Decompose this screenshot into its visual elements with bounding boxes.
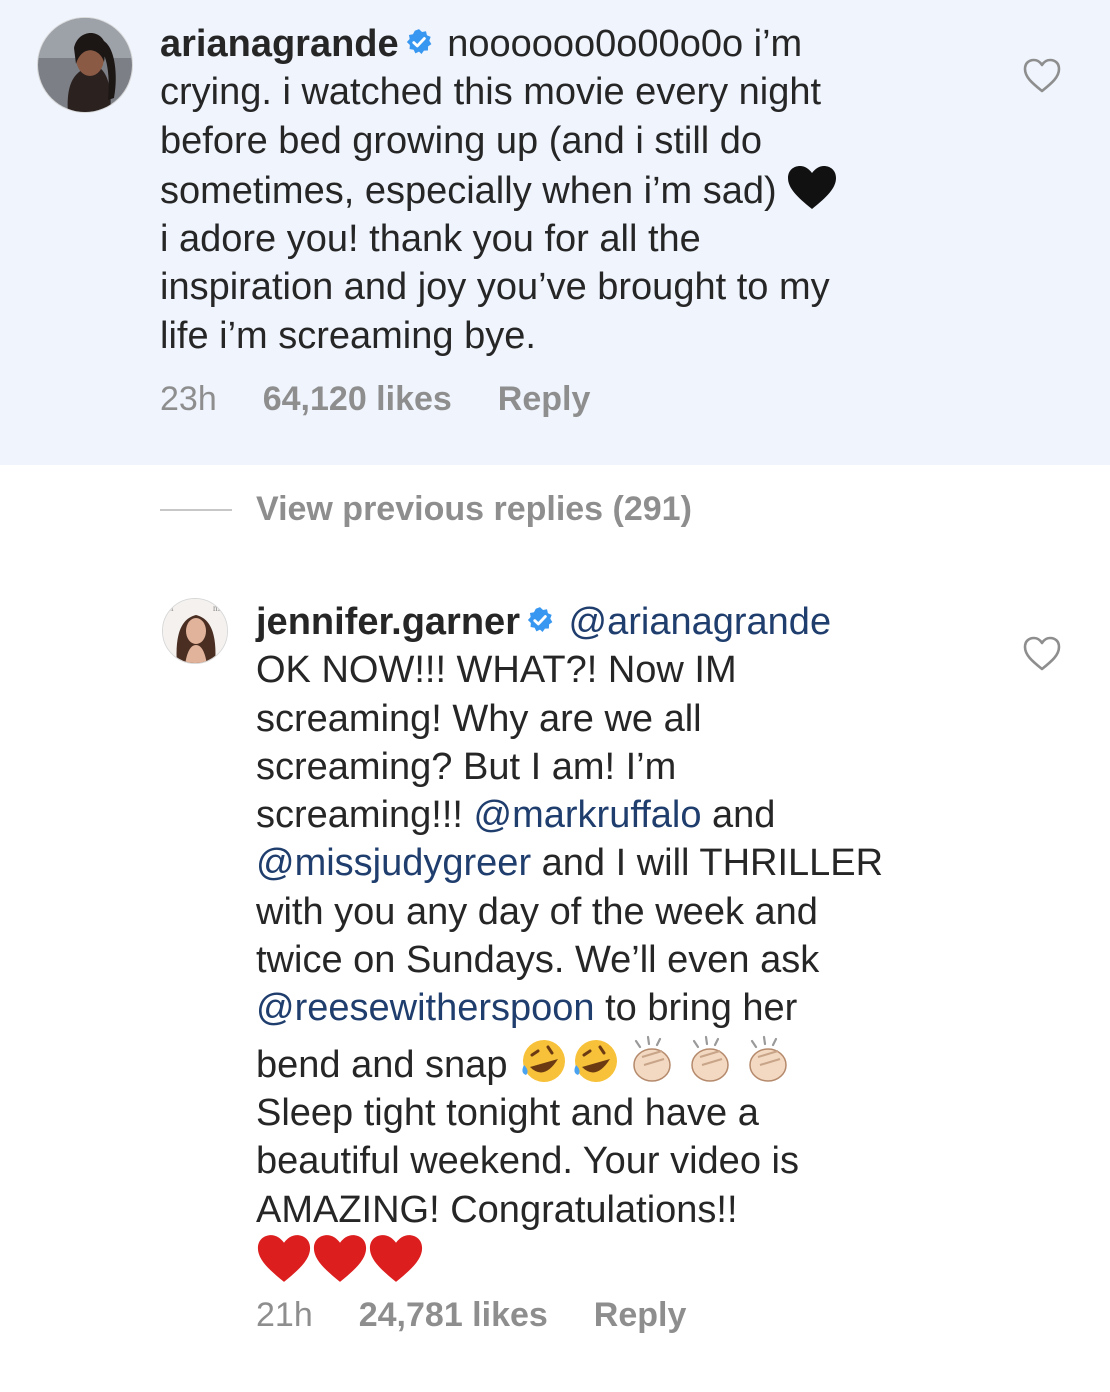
black-heart-emoji <box>788 165 837 209</box>
red-heart-emoji <box>313 1234 367 1282</box>
red-heart-emoji <box>257 1234 311 1282</box>
rofl-emoji <box>574 1039 618 1082</box>
comment-line: to bring her <box>594 987 798 1030</box>
view-previous-replies[interactable]: View previous replies (291) <box>160 490 692 529</box>
clapping-hands-emoji <box>749 1035 787 1082</box>
comment-line: screaming!!! <box>256 794 474 837</box>
comment-line: with you any day of the week and <box>256 890 818 933</box>
likes-count[interactable]: 24,781 likes <box>359 1296 548 1334</box>
avatar-watermark: cl <box>167 603 174 613</box>
comment-line: and <box>701 794 776 837</box>
comment-line: screaming? But I am! I’m <box>256 745 677 788</box>
reply-button[interactable]: Reply <box>594 1296 687 1334</box>
rofl-emoji <box>522 1039 566 1082</box>
reply-button[interactable]: Reply <box>498 380 591 418</box>
divider-line <box>160 508 232 511</box>
red-heart-emoji <box>369 1234 423 1282</box>
likes-count[interactable]: 64,120 likes <box>263 380 452 418</box>
verified-badge-icon <box>527 607 553 633</box>
avatar-arianagrande[interactable] <box>37 17 133 113</box>
avatar-jennifer-garner[interactable]: cl m <box>162 598 228 664</box>
comment-username[interactable]: arianagrande <box>160 23 399 65</box>
comment-line: inspiration and joy you’ve brought to my <box>160 266 830 309</box>
mention-link[interactable]: @arianagrande <box>569 601 832 643</box>
comment-meta: 23h 64,120 likes Reply <box>160 380 636 419</box>
mention-link[interactable]: @missjudygreer <box>256 842 531 884</box>
comment-username[interactable]: jennifer.garner <box>256 601 520 643</box>
clapping-hands-emoji <box>633 1035 671 1082</box>
comment-line: sometimes, especially when i’m sad) <box>160 169 777 212</box>
view-previous-replies-label[interactable]: View previous replies (291) <box>256 490 692 529</box>
comment-time: 21h <box>256 1296 313 1334</box>
comment-line: crying. i watched this movie every night <box>160 71 822 114</box>
comment-line: Sleep tight tonight and have a <box>256 1091 759 1134</box>
clapping-hands-emoji <box>691 1035 729 1082</box>
comment-meta: 21h 24,781 likes Reply <box>256 1296 732 1335</box>
comment-line: twice on Sundays. We’ll even ask <box>256 939 820 982</box>
comment-line: beautiful weekend. Your video is <box>256 1140 799 1183</box>
like-heart-icon[interactable] <box>1022 634 1062 674</box>
comment-time: 23h <box>160 380 217 418</box>
comment-line: i adore you! thank you for all the <box>160 218 701 261</box>
comment-text: jennifer.garner @arianagrande OK NOW!!! W… <box>256 598 883 1288</box>
mention-link[interactable]: @reesewitherspoon <box>256 987 595 1029</box>
comment-line: life i’m screaming bye. <box>160 314 536 357</box>
comment-line: bend and snap <box>256 1043 519 1086</box>
comment-line: OK NOW!!! WHAT?! Now IM <box>256 649 737 692</box>
avatar-watermark: m <box>213 603 220 613</box>
comment-line: and I will THRILLER <box>531 842 884 885</box>
like-heart-icon[interactable] <box>1022 56 1062 96</box>
mention-link[interactable]: @markruffalo <box>474 794 702 836</box>
verified-badge-icon <box>406 29 432 55</box>
comment-line: before bed growing up (and i still do <box>160 119 763 162</box>
comment-text: arianagrande noooooo0o00o0o i’m crying. i… <box>160 20 837 360</box>
comment-line: screaming! Why are we all <box>256 697 702 740</box>
comment-line: noooooo0o00o0o i’m <box>447 23 803 65</box>
comment-line: AMAZING! Congratulations!! <box>256 1188 738 1231</box>
